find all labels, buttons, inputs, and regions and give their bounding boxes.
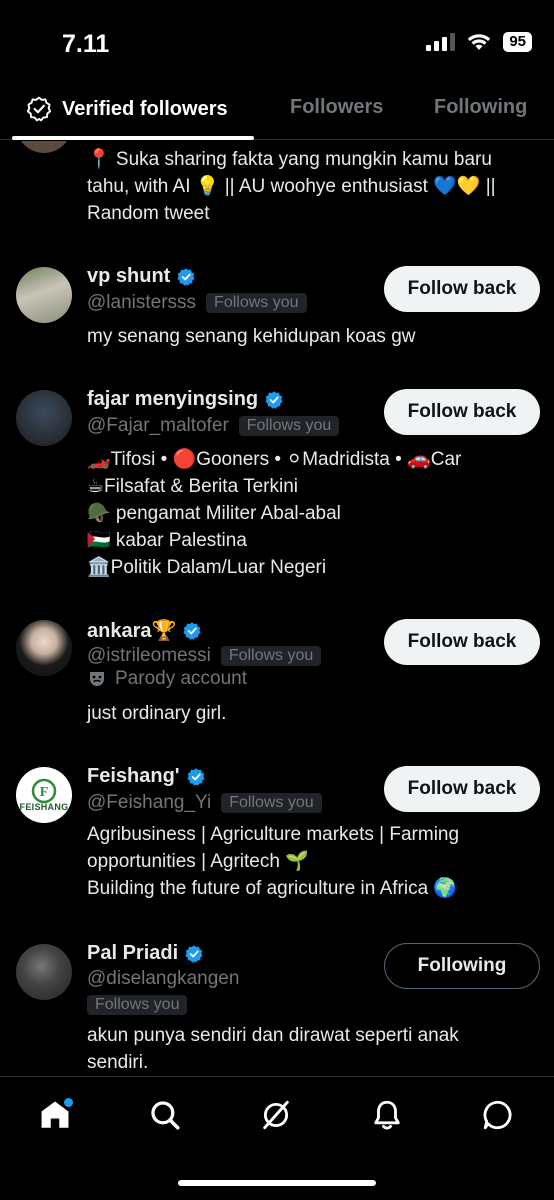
follow-back-button[interactable]: Follow back xyxy=(384,389,540,435)
user-handle: @istrileomessi xyxy=(87,645,211,666)
followers-list[interactable]: 📍 Suka sharing fakta yang mungkin kamu b… xyxy=(0,141,554,1076)
user-name[interactable]: Pal Priadi xyxy=(87,942,178,965)
follows-you-badge: Follows you xyxy=(87,995,188,1015)
user-bio: Agribusiness | Agriculture markets | Far… xyxy=(87,824,460,899)
avatar[interactable] xyxy=(16,390,72,446)
grok-icon xyxy=(263,1100,289,1130)
status-icons: 95 xyxy=(426,32,532,52)
home-indicator xyxy=(178,1180,376,1186)
follows-you-badge: Follows you xyxy=(221,793,322,813)
parody-text: Parody account xyxy=(115,668,248,689)
tab-followers[interactable]: Followers xyxy=(290,96,383,119)
nav-grok[interactable] xyxy=(256,1095,296,1135)
wifi-icon xyxy=(468,34,491,50)
status-bar: 7.11 95 xyxy=(0,0,554,76)
nav-search[interactable] xyxy=(145,1095,185,1135)
search-icon xyxy=(151,1101,180,1130)
follows-you-badge: Follows you xyxy=(238,416,340,436)
follower-tabs: Verified followers Followers Following xyxy=(0,76,554,140)
avatar[interactable] xyxy=(16,620,72,676)
battery-indicator: 95 xyxy=(503,32,532,52)
notification-dot xyxy=(64,1098,73,1107)
avatar[interactable] xyxy=(16,267,72,323)
user-handle: @Feishang_Yi xyxy=(87,792,212,813)
messages-icon xyxy=(483,1100,512,1130)
user-bio: 📍 Suka sharing fakta yang mungkin kamu b… xyxy=(87,149,496,224)
avatar[interactable]: F FEISHANG xyxy=(16,767,72,823)
notifications-icon xyxy=(374,1100,400,1130)
verified-badge-icon xyxy=(177,267,195,286)
user-handle: @diselangkangen xyxy=(87,968,240,989)
user-bio: my senang senang kehidupan koas gw xyxy=(87,326,416,347)
verified-badge-outline-icon xyxy=(26,96,52,122)
user-name[interactable]: Feishang' xyxy=(87,765,180,788)
following-button[interactable]: Following xyxy=(384,943,540,989)
tab-verified-followers[interactable]: Verified followers xyxy=(26,96,228,122)
follows-you-badge: Follows you xyxy=(220,646,322,666)
user-bio: akun punya sendiri dan dirawat seperti a… xyxy=(87,1025,459,1073)
user-bio: 🏎️Tifosi • 🔴Gooners • ⚪Madridista • 🚗Car… xyxy=(87,449,462,578)
verified-badge-icon xyxy=(186,767,205,786)
avatar-logo-text: FEISHANG xyxy=(19,802,69,812)
follow-back-button[interactable]: Follow back xyxy=(384,266,540,312)
feishang-logo-icon: F xyxy=(31,778,57,804)
user-name[interactable]: ankara🏆 xyxy=(87,618,176,643)
avatar[interactable] xyxy=(16,141,72,153)
svg-text:F: F xyxy=(40,785,49,800)
theater-masks-icon xyxy=(90,672,104,686)
avatar[interactable] xyxy=(16,944,72,1000)
user-name[interactable]: vp shunt xyxy=(87,265,170,288)
nav-home[interactable] xyxy=(35,1095,75,1135)
user-handle: @Fajar_maltofer xyxy=(87,415,229,436)
parody-label: Parody account xyxy=(87,668,247,690)
verified-badge-icon xyxy=(183,621,201,640)
nav-notifications[interactable] xyxy=(367,1095,407,1135)
active-tab-indicator xyxy=(12,136,254,140)
follow-back-button[interactable]: Follow back xyxy=(384,619,540,665)
user-bio: just ordinary girl. xyxy=(87,703,227,724)
status-time: 7.11 xyxy=(62,30,110,58)
follows-you-badge: Follows you xyxy=(206,293,307,313)
user-name[interactable]: fajar menyingsing xyxy=(87,388,258,411)
tab-following[interactable]: Following xyxy=(434,96,527,119)
cellular-signal-icon xyxy=(426,33,456,51)
verified-badge-icon xyxy=(265,390,283,409)
verified-badge-icon xyxy=(185,944,203,963)
tab-label: Verified followers xyxy=(62,97,228,120)
follow-back-button[interactable]: Follow back xyxy=(384,766,540,812)
user-handle: @lanistersss xyxy=(87,292,197,313)
nav-messages[interactable] xyxy=(478,1095,518,1135)
